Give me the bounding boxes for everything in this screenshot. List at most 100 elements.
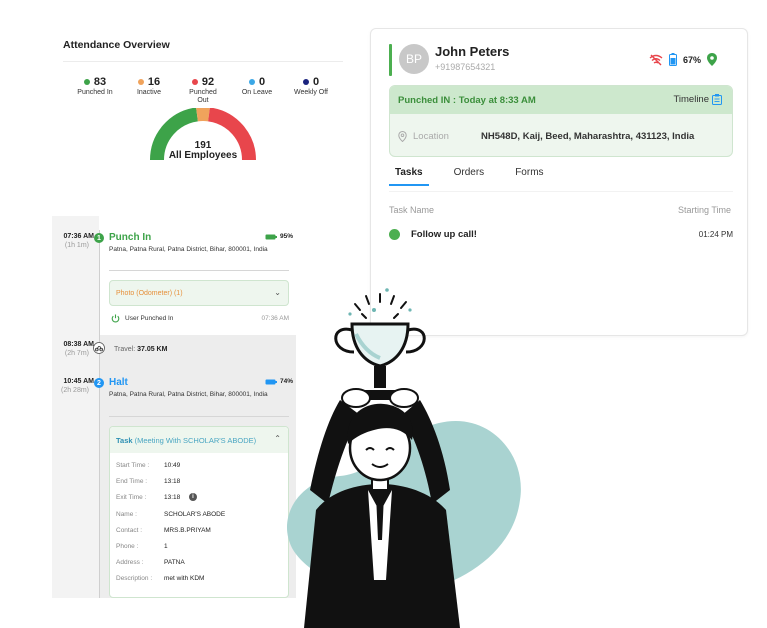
punched-in-dot-icon <box>83 79 90 85</box>
stat-value: 0 <box>258 76 266 88</box>
task-accordion-header[interactable]: Task (Meeting With SCHOLAR'S ABODE) ⌃ <box>110 427 288 453</box>
stat-value: 83 <box>93 76 107 88</box>
field-key: Address : <box>116 559 144 566</box>
stat-weekly-off[interactable]: 0 Weekly Off <box>284 76 338 105</box>
punch-in-title: Punch In <box>109 232 152 243</box>
attendance-stats: 83 Punched In 16 Inactive 92 Punched Out… <box>68 76 338 105</box>
photo-odometer-accordion[interactable]: Photo (Odometer) (1) ⌄ <box>109 280 289 306</box>
field-value: 10:49 <box>164 462 181 469</box>
employee-tabs: Tasks Orders Forms <box>389 167 544 186</box>
punch-in-time: 07:36 AM <box>63 233 94 240</box>
battery-icon <box>669 53 677 66</box>
stat-on-leave[interactable]: 0 On Leave <box>230 76 284 105</box>
field-key: Start Time : <box>116 462 150 469</box>
field-key: Phone : <box>116 543 139 550</box>
halt-title: Halt <box>109 377 128 388</box>
punched-out-dot-icon <box>191 79 198 85</box>
field-value: met with KDM <box>164 575 205 582</box>
field-key: End Time : <box>116 478 148 485</box>
battery-percent: 95% <box>280 233 294 240</box>
info-icon[interactable]: i <box>189 493 197 501</box>
stat-value: 92 <box>201 76 215 88</box>
location-pin-icon <box>707 53 718 66</box>
punch-header: Punched IN : Today at 8:33 AM Timeline <box>390 86 732 114</box>
field-key: Name : <box>116 511 137 518</box>
field-key: Contact : <box>116 527 143 534</box>
step-badge: 2 <box>94 378 104 388</box>
travel-distance: 37.05 KM <box>137 346 168 353</box>
tab-tasks[interactable]: Tasks <box>389 167 429 186</box>
user-punched-text: User Punched In <box>125 315 174 322</box>
column-header-starting-time: Starting Time <box>677 205 731 215</box>
column-header-task-name: Task Name <box>389 205 435 215</box>
timeline-time-column <box>52 216 99 598</box>
location-row: Location NH548D, Kaij, Beed, Maharashtra… <box>398 131 694 142</box>
stat-label: On Leave <box>241 89 273 96</box>
employee-name: John Peters <box>435 44 510 59</box>
employee-phone: +91987654321 <box>435 62 496 72</box>
trophy-celebration-illustration <box>286 288 521 628</box>
punch-in-address: Patna, Patna Rural, Patna District, Biha… <box>109 246 268 253</box>
punch-in-duration: (1h 1m) <box>64 242 89 249</box>
task-status-icon <box>389 229 400 240</box>
travel-distance-row: Travel: 37.05 KM <box>114 346 167 353</box>
punch-in-battery: 95% <box>265 233 293 240</box>
field-value: SCHOLAR'S ABODE <box>164 511 226 518</box>
task-details-accordion: Task (Meeting With SCHOLAR'S ABODE) ⌃ St… <box>109 426 289 598</box>
field-value: 13:18 <box>164 494 181 501</box>
halt-time: 10:45 AM <box>63 378 94 385</box>
stat-inactive[interactable]: 16 Inactive <box>122 76 176 105</box>
stat-label: Punched Out <box>189 89 217 104</box>
clipboard-icon <box>712 94 722 105</box>
punch-info-box: Punched IN : Today at 8:33 AM Timeline L… <box>389 85 733 157</box>
task-row[interactable]: Follow up call! 01:24 PM <box>389 228 733 242</box>
field-key: Exit Time : <box>116 494 147 501</box>
task-time: 01:24 PM <box>698 230 733 239</box>
stat-value: 0 <box>312 76 320 88</box>
step-badge: 1 <box>94 233 104 243</box>
divider <box>63 61 343 62</box>
attendance-overview-card: Attendance Overview 83 Punched In 16 Ina… <box>52 28 352 203</box>
stat-label: Inactive <box>136 89 162 96</box>
tab-forms[interactable]: Forms <box>515 167 543 186</box>
location-outline-icon <box>398 131 407 142</box>
tabs-divider <box>389 191 733 192</box>
divider <box>109 270 289 271</box>
power-icon <box>111 314 120 323</box>
field-value: 13:18 <box>164 478 181 485</box>
location-label: Location <box>413 131 449 142</box>
punched-in-status: Punched IN : Today at 8:33 AM <box>398 95 536 106</box>
travel-time: 08:38 AM <box>63 341 94 348</box>
inactive-dot-icon <box>137 79 144 85</box>
halt-address: Patna, Patna Rural, Patna District, Biha… <box>109 391 268 398</box>
travel-label: Travel: <box>114 346 136 353</box>
task-label: Task <box>116 436 133 445</box>
travel-duration: (2h 7m) <box>64 350 89 357</box>
stat-label: Weekly Off <box>294 89 328 96</box>
field-value: MRS.B.PRIYAM <box>164 527 211 534</box>
field-value: 1 <box>164 543 168 550</box>
status-accent-bar <box>389 44 392 76</box>
photo-odometer-label: Photo (Odometer) (1) <box>116 290 183 297</box>
gauge-total-label: All Employees <box>168 150 238 161</box>
task-name: Follow up call! <box>411 229 477 240</box>
divider <box>109 416 289 417</box>
field-value: PATNA <box>164 559 185 566</box>
attendance-title: Attendance Overview <box>63 39 170 51</box>
device-status: 67% <box>649 53 718 66</box>
task-detail: (Meeting With SCHOLAR'S ABODE) <box>134 436 257 445</box>
avatar[interactable]: BP <box>399 44 429 74</box>
bike-icon <box>93 342 105 354</box>
task-accordion-title: Task (Meeting With SCHOLAR'S ABODE) <box>116 436 256 445</box>
timeline-label: Timeline <box>673 94 709 105</box>
timeline-button[interactable]: Timeline <box>673 94 722 105</box>
stat-punched-in[interactable]: 83 Punched In <box>68 76 122 105</box>
halt-duration: (2h 28m) <box>60 387 89 394</box>
stat-label: Punched In <box>77 89 113 96</box>
weekly-off-dot-icon <box>302 79 309 85</box>
battery-icon <box>265 234 277 239</box>
wifi-off-icon <box>649 54 663 65</box>
stat-punched-out[interactable]: 92 Punched Out <box>176 76 230 105</box>
tab-orders[interactable]: Orders <box>454 167 485 186</box>
location-address: NH548D, Kaij, Beed, Maharashtra, 431123,… <box>481 131 695 142</box>
